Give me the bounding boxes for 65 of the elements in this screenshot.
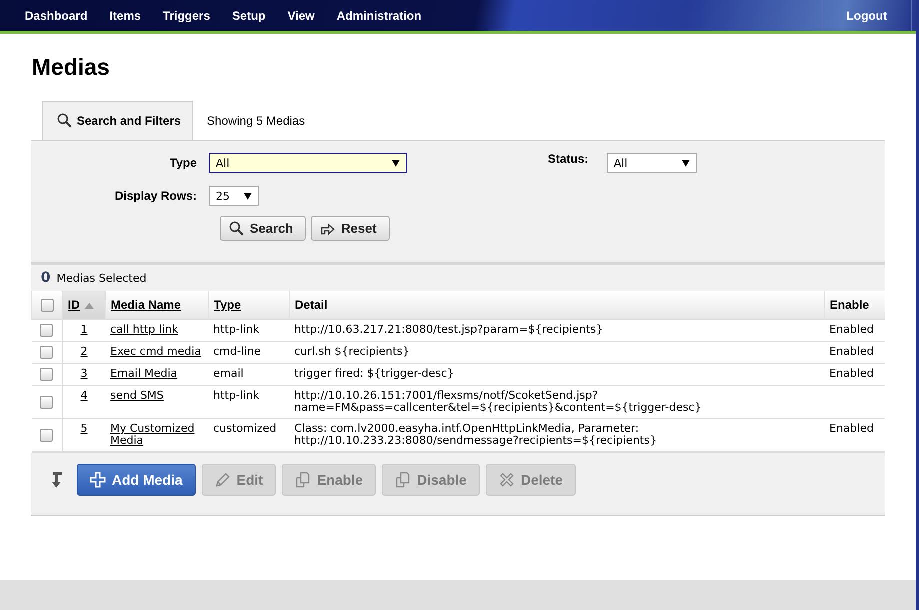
cross-icon xyxy=(498,472,515,488)
row-checkbox[interactable] xyxy=(40,396,54,408)
table-cell: http://10.10.26.151:7001/flexsms/notf/ScoketSend.jsp? name=FM&pass=callcenter&tel=${recipients}&content=${trigger-desc} xyxy=(290,386,824,418)
column-header[interactable]: Media Name xyxy=(106,291,208,320)
nav-menu-item[interactable]: Dashboard xyxy=(14,8,99,22)
field-label: Status: xyxy=(548,152,590,166)
media-name-link[interactable]: Exec cmd media xyxy=(110,346,204,358)
table-cell: cmd-line xyxy=(208,342,290,364)
dropdown[interactable]: 25 xyxy=(209,186,259,206)
table-cell: http://10.63.217.21:8080/test.jsp?param=${recipients} xyxy=(290,320,824,342)
reset-button[interactable]: Reset xyxy=(311,216,390,241)
column-header: Detail xyxy=(290,291,824,320)
media-name-link[interactable]: Email Media xyxy=(110,368,204,380)
id-link[interactable]: 5 xyxy=(80,423,88,435)
dropdown[interactable]: All xyxy=(607,153,697,173)
dropdown-caret-icon xyxy=(244,192,252,200)
pencil-icon xyxy=(214,472,231,488)
dropdown-caret-icon xyxy=(682,160,690,166)
media-name-link[interactable]: My Customized Media xyxy=(110,423,204,447)
row-checkbox[interactable] xyxy=(40,428,54,442)
add-button[interactable]: Add Media xyxy=(77,464,196,496)
id-link[interactable]: 1 xyxy=(80,324,88,336)
column-header: Enable xyxy=(824,291,885,320)
table-cell: http-link xyxy=(208,320,290,342)
id-link[interactable]: 4 xyxy=(80,390,88,402)
table-cell: Enabled xyxy=(824,342,885,364)
plus-icon xyxy=(90,472,106,488)
table-cell: Enabled xyxy=(824,320,885,342)
media-name-link[interactable]: send SMS xyxy=(110,390,204,402)
id-link[interactable]: 2 xyxy=(80,346,88,358)
column-header[interactable]: ID xyxy=(62,291,106,320)
row-checkbox[interactable] xyxy=(40,368,54,381)
pages-icon xyxy=(395,472,412,488)
tab[interactable]: Showing 5 Medias xyxy=(193,101,316,140)
nav-menu-item[interactable]: View xyxy=(276,8,326,22)
table-cell: email xyxy=(208,364,290,386)
table-cell: Enabled xyxy=(824,364,885,386)
id-link[interactable]: 3 xyxy=(80,368,88,380)
column-header[interactable]: Type xyxy=(208,291,290,320)
down-arrow-icon xyxy=(51,472,63,488)
dropdown[interactable]: All xyxy=(209,153,407,173)
nav-menu-item[interactable]: Triggers xyxy=(152,8,222,22)
search-icon xyxy=(57,113,73,129)
sort-arrow-icon xyxy=(85,303,94,309)
table-cell: curl.sh ${recipients} xyxy=(290,342,824,364)
selected-label: Medias Selected xyxy=(56,272,147,284)
table-cell: trigger fired: ${trigger-desc} xyxy=(290,364,824,386)
tab[interactable]: Search and Filters xyxy=(42,101,194,140)
field-label: Type xyxy=(168,156,198,170)
search-icon xyxy=(229,220,245,236)
checkbox[interactable] xyxy=(40,299,54,312)
logout-button[interactable]: Logout xyxy=(822,0,912,31)
search-button[interactable]: Search xyxy=(220,216,306,241)
page-title: Medias xyxy=(32,54,110,81)
nav-menu-item[interactable]: Setup xyxy=(221,8,277,22)
row-checkbox[interactable] xyxy=(40,324,54,337)
field-label: Display Rows: xyxy=(114,189,198,203)
dropdown-caret-icon xyxy=(392,160,400,166)
pages-icon xyxy=(295,472,312,488)
table-cell: http-link xyxy=(208,386,290,418)
nav-menu-item[interactable]: Items xyxy=(98,8,152,22)
nav-menu-item[interactable]: Administration xyxy=(326,8,433,22)
media-name-link[interactable]: call http link xyxy=(110,324,204,336)
row-checkbox[interactable] xyxy=(40,346,54,359)
selected-count: 0 xyxy=(41,270,51,286)
